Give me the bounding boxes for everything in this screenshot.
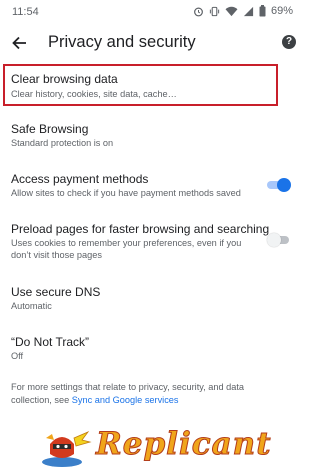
setting-subtitle: Automatic [11,301,52,311]
app-bar: Privacy and security ? [0,26,302,60]
setting-title: “Do Not Track” [11,335,90,349]
battery-icon [259,5,266,17]
payment-methods-toggle[interactable] [267,177,291,193]
setting-title: Safe Browsing [11,122,89,136]
watermark-text: Replicant [96,426,272,463]
status-bar: 11:54 69% [0,0,302,24]
setting-subtitle: Uses cookies to remember your preference… [11,238,242,260]
preload-pages-item[interactable]: Preload pages for faster browsing and se… [0,215,302,267]
preload-pages-toggle[interactable] [267,232,291,248]
clear-browsing-data-item[interactable]: Clear browsing data Clear history, cooki… [0,64,302,106]
help-icon[interactable]: ? [282,35,296,49]
safe-browsing-item[interactable]: Safe Browsing Standard protection is on [0,115,302,155]
setting-title: Clear browsing data [11,72,118,86]
setting-subtitle: Allow sites to check if you have payment… [11,188,241,198]
toggle-thumb [267,233,281,247]
page-title: Privacy and security [48,33,196,51]
footer-note: For more settings that relate to privacy… [11,381,281,407]
arrow-back-icon [12,36,26,50]
secure-dns-item[interactable]: Use secure DNS Automatic [0,278,302,318]
mascot-logo [42,431,92,467]
setting-title: Use secure DNS [11,285,101,299]
status-time: 11:54 [12,6,39,18]
setting-title: Preload pages for faster browsing and se… [11,222,270,236]
back-button[interactable] [8,33,30,53]
do-not-track-item[interactable]: “Do Not Track” Off [0,328,302,368]
toggle-thumb [277,178,291,192]
vibrate-icon [209,6,220,16]
sync-services-link[interactable]: Sync and Google services [72,395,179,405]
setting-subtitle: Clear history, cookies, site data, cache… [11,89,177,99]
wifi-icon [225,6,238,16]
replicant-watermark: Replicant [36,422,271,468]
access-payment-methods-item[interactable]: Access payment methods Allow sites to ch… [0,165,302,207]
setting-subtitle: Standard protection is on [11,138,114,148]
alarm-icon [194,7,203,16]
setting-title: Access payment methods [11,172,149,186]
signal-icon [243,6,254,16]
battery-percent: 69% [270,5,293,17]
status-icons: 69% [193,5,293,17]
setting-subtitle: Off [11,351,24,361]
